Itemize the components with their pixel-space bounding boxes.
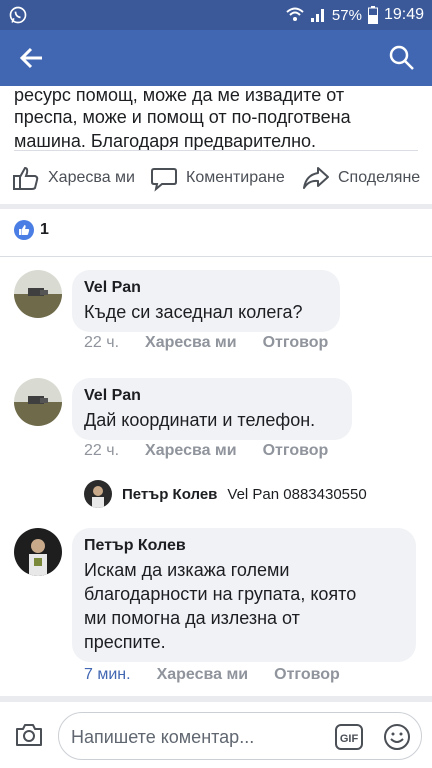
thumbs-up-icon [13,166,39,190]
signal-icon [310,9,324,22]
wifi-icon [286,7,304,21]
comment-text: Искам да изкажа големи благодарности на … [84,558,404,654]
share-arrow-icon [303,167,329,189]
status-bar: 57% 19:49 [0,0,432,30]
share-label: Споделяне [338,169,421,186]
reaction-summary[interactable]: 1 [14,220,49,240]
comment-meta: 22 ч. Харесва ми Отговор [84,442,354,460]
share-button[interactable]: Споделяне [302,164,420,192]
app-header [0,30,432,86]
reaction-count: 1 [40,221,49,238]
comment-author[interactable]: Петър Колев [84,536,404,556]
gif-icon[interactable]: GIF [335,724,363,750]
like-label: Харесва ми [48,169,135,186]
comment-like-button[interactable]: Харесва ми [145,334,237,352]
comment-text: Къде си заседнал колега? [84,302,303,322]
svg-text:GIF: GIF [340,733,359,745]
comment-bubble: Петър Колев Искам да изкажа големи благо… [72,528,416,662]
reply-preview[interactable]: Петър Колев Vel Pan 0883430550 [84,480,367,508]
comment-composer: GIF [0,702,432,768]
search-icon[interactable] [388,44,416,72]
comment-time: 7 мин. [84,666,131,683]
divider [14,150,418,151]
divider [0,256,432,257]
comment-like-button[interactable]: Харесва ми [145,442,237,460]
comment-input-field[interactable]: GIF [58,712,422,760]
comment-bubble: Vel Pan Дай координати и телефон. [72,378,352,440]
avatar[interactable] [14,528,62,576]
comment-text-line: ми помогна да излезна от [84,608,300,628]
comment-text: Дай координати и телефон. [84,410,316,430]
comment-reply-button[interactable]: Отговор [263,442,329,460]
comment-time: 22 ч. [84,442,120,459]
comment-reply-button[interactable]: Отговор [274,666,340,684]
reply-avatar [84,480,112,508]
clock: 19:49 [383,6,424,23]
comment-text-line: Искам да изкажа големи [84,560,290,580]
comment-time: 22 ч. [84,334,120,351]
avatar[interactable] [14,378,62,426]
avatar[interactable] [14,270,62,318]
camera-icon[interactable] [14,720,44,750]
comment-bubble-icon [151,168,177,192]
like-reaction-icon [14,220,34,240]
reply-text: Vel Pan 0883430550 [227,485,367,503]
like-button[interactable]: Харесва ми [12,164,135,192]
section-separator [0,204,432,209]
comment-author[interactable]: Vel Pan [84,386,340,406]
emoji-icon[interactable] [383,723,411,751]
comment-author[interactable]: Vel Pan [84,278,328,298]
post-action-bar: Харесва ми Коментиране Споделяне [0,160,432,200]
battery-percent: 57% [331,6,362,24]
comment-text-line: благодарности на групата, която [84,584,357,604]
comment-bubble: Vel Pan Къде си заседнал колега? [72,270,340,332]
comment-text-line: преспите. [84,632,166,652]
comment-label: Коментиране [186,169,285,186]
comment-input[interactable] [71,725,321,749]
post-body: ресурс помощ, може да ме извадите от пре… [14,83,424,153]
comment-like-button[interactable]: Харесва ми [157,666,249,684]
whatsapp-icon [9,6,27,24]
comment-meta: 7 мин. Харесва ми Отговор [84,666,366,684]
reply-author: Петър Колев [122,485,218,503]
comment-thread-screen: 57% 19:49 ресурс помощ, може да ме извад… [0,0,432,768]
comment-meta: 22 ч. Харесва ми Отговор [84,334,354,352]
comment-button[interactable]: Коментиране [150,164,285,192]
comment-reply-button[interactable]: Отговор [263,334,329,352]
back-arrow-icon[interactable] [18,44,46,72]
status-indicators: 57% 19:49 [286,6,424,24]
post-text-line: ресурс помощ, може да ме извадите от [14,85,345,105]
battery-icon [367,6,378,24]
post-text-line: преспа, може и помощ от по-подготвена [14,107,351,127]
